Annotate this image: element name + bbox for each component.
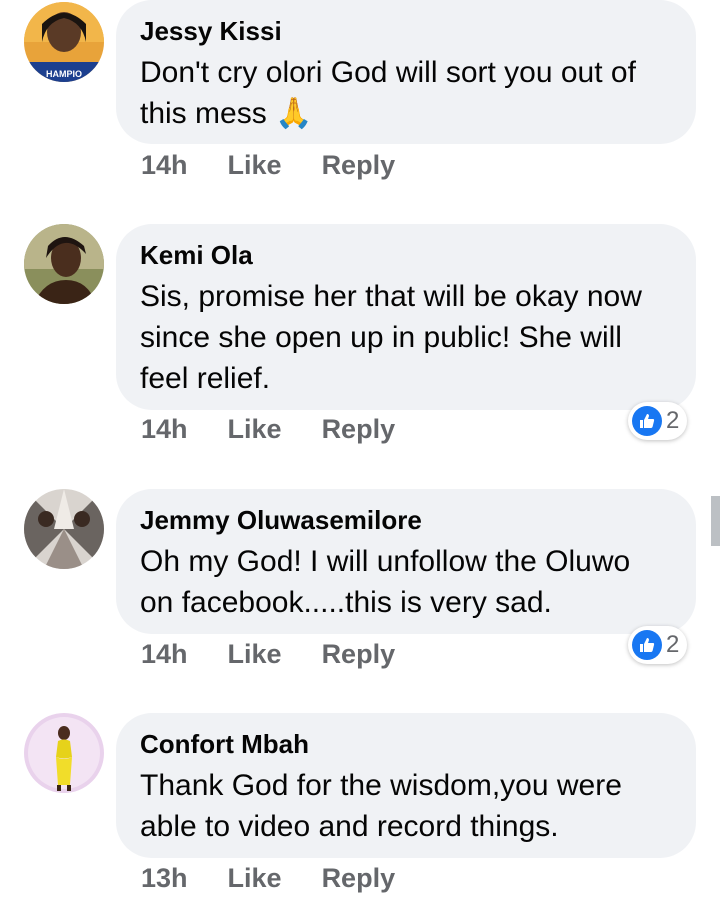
comment-author[interactable]: Jessy Kissi (140, 16, 282, 47)
avatar[interactable] (24, 224, 104, 304)
reply-button[interactable]: Reply (322, 863, 396, 894)
comment-text-line: Thank God for the wisdom,you were (140, 769, 622, 802)
comment-timestamp[interactable]: 13h (141, 863, 188, 894)
avatar[interactable]: HAMPIO (24, 2, 104, 82)
comment-actions: 14h Like Reply (141, 639, 395, 670)
comment-bubble: Kemi Ola Sis, promise her that will be o… (116, 224, 696, 410)
comment-text-line: feel relief. (140, 362, 271, 395)
like-button[interactable]: Like (228, 863, 282, 894)
reaction-count-label: 2 (666, 407, 680, 434)
comment-author[interactable]: Kemi Ola (140, 240, 253, 271)
comment-text: Sis, promise her that will be okay now s… (140, 276, 700, 399)
comment-text-line: this mess 🙏 (140, 97, 313, 130)
comment-timestamp[interactable]: 14h (141, 639, 188, 670)
comment-author[interactable]: Jemmy Oluwasemilore (140, 505, 422, 536)
comment-text: Don't cry olori God will sort you out of… (140, 52, 700, 134)
reaction-count[interactable]: 2 (628, 402, 688, 440)
comment-bubble: Confort Mbah Thank God for the wisdom,yo… (116, 713, 696, 858)
comment-text: Oh my God! I will unfollow the Oluwo on … (140, 541, 700, 623)
like-button[interactable]: Like (228, 150, 282, 181)
comment-timestamp[interactable]: 14h (141, 150, 188, 181)
like-button[interactable]: Like (228, 414, 282, 445)
svg-text:HAMPIO: HAMPIO (46, 69, 82, 79)
comment-actions: 13h Like Reply (141, 863, 395, 894)
comment-bubble: Jessy Kissi Don't cry olori God will sor… (116, 0, 696, 144)
comment-text-line: Oh my God! I will unfollow the Oluwo (140, 545, 631, 578)
comment-actions: 14h Like Reply (141, 150, 395, 181)
comment-bubble: Jemmy Oluwasemilore Oh my God! I will un… (116, 489, 696, 634)
scrollbar[interactable] (711, 496, 720, 546)
comment-text-line: able to video and record things. (140, 810, 559, 843)
comment-text-line: since she open up in public! She will (140, 321, 622, 354)
comment-text-line: Sis, promise her that will be okay now (140, 280, 642, 313)
reaction-count-label: 2 (666, 631, 680, 658)
comment-text-line: Don't cry olori God will sort you out of (140, 56, 636, 89)
comment-text: Thank God for the wisdom,you were able t… (140, 765, 700, 847)
avatar[interactable] (24, 489, 104, 569)
thumbs-up-icon (632, 630, 662, 660)
reply-button[interactable]: Reply (322, 414, 396, 445)
thumbs-up-icon (632, 406, 662, 436)
reply-button[interactable]: Reply (322, 150, 396, 181)
reply-button[interactable]: Reply (322, 639, 396, 670)
comment-text-line: on facebook.....this is very sad. (140, 586, 552, 619)
comment-actions: 14h Like Reply (141, 414, 395, 445)
comment-timestamp[interactable]: 14h (141, 414, 188, 445)
reaction-count[interactable]: 2 (628, 626, 688, 664)
avatar[interactable] (24, 713, 104, 793)
like-button[interactable]: Like (228, 639, 282, 670)
comment-author[interactable]: Confort Mbah (140, 729, 309, 760)
